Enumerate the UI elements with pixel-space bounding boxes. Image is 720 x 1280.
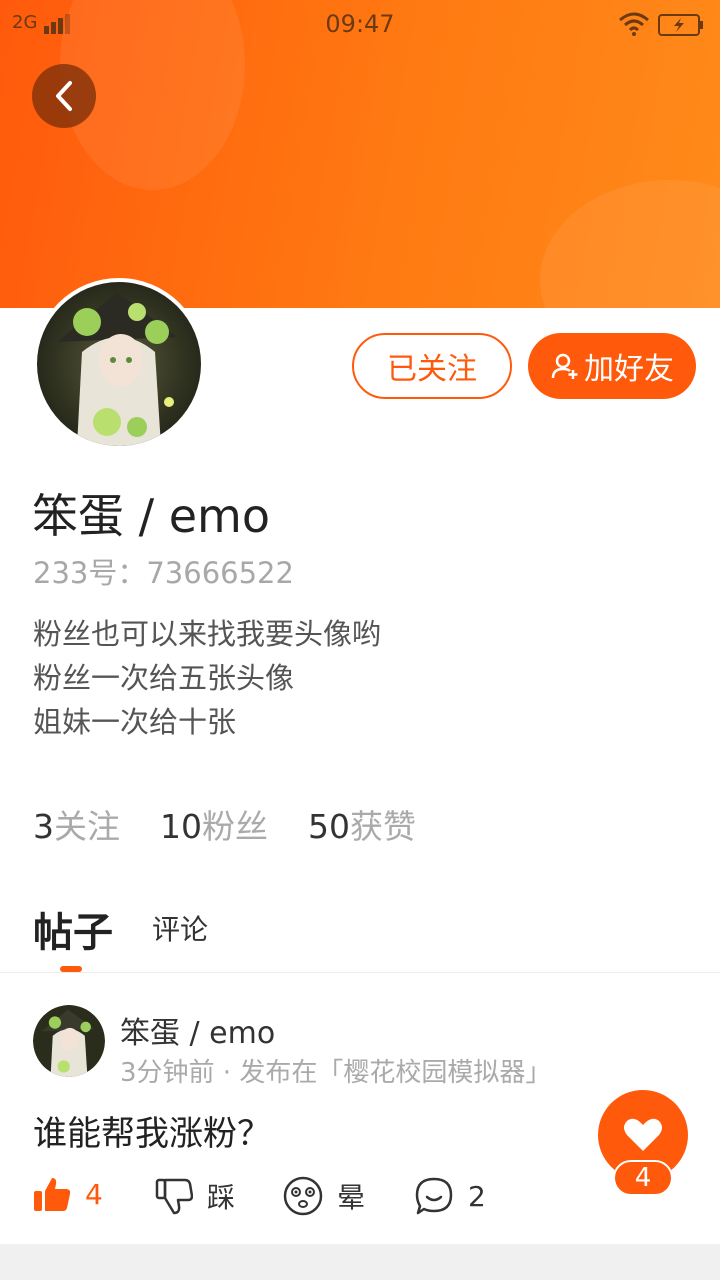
followed-button[interactable]: 已关注 <box>352 333 512 399</box>
profile-username: 笨蛋 / emo <box>32 489 270 543</box>
tab-comments[interactable]: 评论 <box>152 908 208 948</box>
stat-number: 3 <box>33 807 54 846</box>
dizzy-button[interactable]: 晕 <box>283 1176 365 1216</box>
thumbs-down-icon <box>155 1178 193 1215</box>
add-user-icon <box>551 353 578 379</box>
back-button[interactable] <box>32 64 96 128</box>
profile-avatar[interactable] <box>33 278 205 450</box>
battery-icon <box>658 14 703 36</box>
dizzy-label: 晕 <box>337 1181 366 1214</box>
stat-label: 关注 <box>54 807 120 846</box>
floating-like-count: 4 <box>613 1160 673 1196</box>
post-meta: 3分钟前 · 发布在「樱花校园模拟器」 <box>120 1058 552 1088</box>
profile-bio: 粉丝也可以来找我要头像哟 粉丝一次给五张头像 姐妹一次给十张 <box>33 612 381 744</box>
dislike-label: 踩 <box>207 1181 236 1214</box>
post-content[interactable]: 谁能帮我涨粉？ <box>33 1106 271 1155</box>
post-author[interactable]: 笨蛋 / emo <box>120 1008 275 1052</box>
status-bar: 2G 09:47 <box>0 0 720 50</box>
profile-stats: 3关注 10粉丝 50获赞 <box>33 800 416 848</box>
bottom-divider-bar <box>0 1244 720 1280</box>
stat-number: 10 <box>160 807 202 846</box>
thumbs-up-icon <box>34 1178 71 1211</box>
dislike-button[interactable]: 踩 <box>155 1176 235 1216</box>
bio-line: 粉丝一次给五张头像 <box>33 661 295 695</box>
back-arrow-icon <box>56 81 72 111</box>
stat-number: 50 <box>308 807 350 846</box>
like-button[interactable]: 4 <box>33 1176 103 1212</box>
status-time: 09:47 <box>325 10 395 38</box>
avatar-image <box>33 1005 105 1077</box>
comment-bubble-icon <box>415 1177 453 1215</box>
stat-following[interactable]: 3关注 <box>33 800 120 848</box>
comment-button[interactable]: 2 <box>414 1176 486 1216</box>
avatar-image <box>37 282 201 446</box>
bio-line: 姐妹一次给十张 <box>33 705 237 739</box>
profile-uid: 233号：73666522 <box>33 556 294 590</box>
divider <box>0 972 720 973</box>
stat-likes[interactable]: 50获赞 <box>308 800 416 848</box>
bio-line: 粉丝也可以来找我要头像哟 <box>33 617 382 651</box>
like-count: 4 <box>85 1177 103 1211</box>
stat-label: 粉丝 <box>202 807 268 846</box>
dizzy-face-icon <box>283 1176 323 1216</box>
stat-label: 获赞 <box>350 807 416 846</box>
add-friend-button[interactable]: 加好友 <box>528 333 696 399</box>
heart-icon <box>624 1118 662 1151</box>
post-avatar[interactable] <box>33 1005 105 1077</box>
add-friend-label: 加好友 <box>584 352 674 387</box>
tab-posts[interactable]: 帖子 <box>33 900 113 958</box>
comment-count: 2 <box>468 1179 486 1213</box>
stat-followers[interactable]: 10粉丝 <box>160 800 268 848</box>
wifi-icon <box>619 12 649 36</box>
